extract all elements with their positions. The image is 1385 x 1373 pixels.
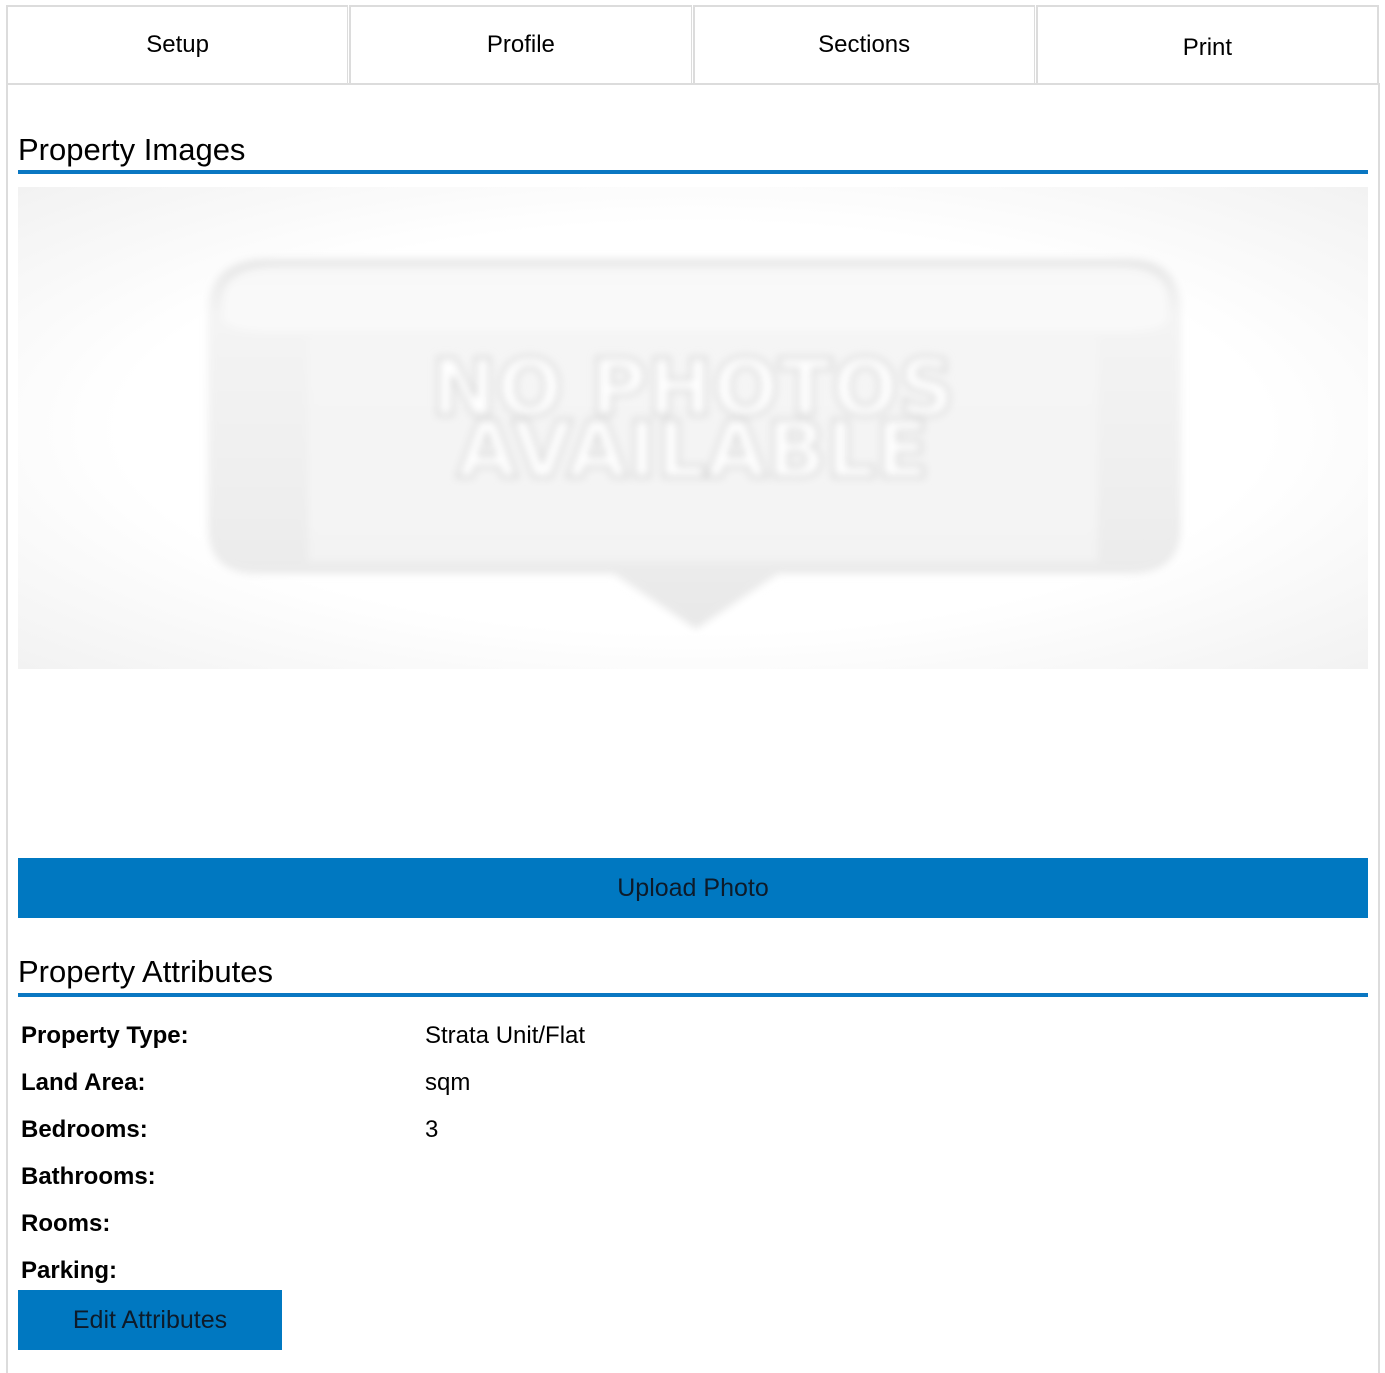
upload-photo-button[interactable]: Upload Photo	[18, 858, 1368, 918]
attr-row-parking: Parking:	[21, 1247, 1361, 1294]
attr-row-rooms: Rooms:	[21, 1200, 1361, 1247]
attributes-list: Property Type: Strata Unit/Flat Land Are…	[21, 1012, 1361, 1294]
tab-print[interactable]: Print	[1035, 5, 1379, 85]
property-attributes-title: Property Attributes	[18, 954, 274, 989]
attr-row-bedrooms: Bedrooms: 3	[21, 1106, 1361, 1153]
attr-row-property-type: Property Type: Strata Unit/Flat	[21, 1012, 1361, 1059]
attr-label: Bathrooms:	[21, 1162, 156, 1190]
tab-sections[interactable]: Sections	[692, 5, 1035, 85]
tab-profile[interactable]: Profile	[349, 5, 692, 85]
edit-attributes-button[interactable]: Edit Attributes	[18, 1290, 282, 1350]
attr-label: Bedrooms:	[21, 1115, 148, 1143]
no-photos-placeholder: NO PHOTOS AVAILABLE	[18, 187, 1368, 669]
attr-label: Land Area:	[21, 1068, 146, 1096]
attr-row-bathrooms: Bathrooms:	[21, 1153, 1361, 1200]
placeholder-line2: AVAILABLE	[457, 406, 929, 496]
attr-label: Property Type:	[21, 1021, 189, 1049]
section-divider	[18, 993, 1368, 997]
attr-label: Parking:	[21, 1256, 118, 1284]
attr-value: 3	[425, 1115, 439, 1143]
attr-label: Rooms:	[21, 1209, 111, 1237]
attr-value: sqm	[425, 1068, 471, 1096]
property-images-title: Property Images	[18, 132, 246, 167]
attr-row-land-area: Land Area: sqm	[21, 1059, 1361, 1106]
tab-setup[interactable]: Setup	[6, 5, 349, 85]
attr-value: Strata Unit/Flat	[425, 1021, 586, 1049]
no-photos-image: NO PHOTOS AVAILABLE	[208, 259, 1181, 629]
tab-bar: Setup Profile Sections Print	[6, 5, 1380, 85]
section-divider	[18, 170, 1368, 174]
